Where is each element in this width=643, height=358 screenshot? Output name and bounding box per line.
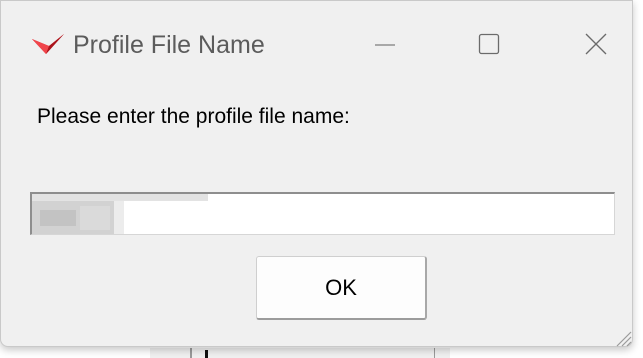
red-chevron-logo-icon bbox=[31, 33, 65, 55]
minimize-button[interactable] bbox=[353, 23, 417, 65]
window-title: Profile File Name bbox=[73, 31, 265, 59]
background-window-edge bbox=[150, 348, 450, 358]
close-icon bbox=[584, 32, 608, 56]
title-bar[interactable]: Profile File Name bbox=[1, 1, 632, 87]
background-window-mark bbox=[205, 350, 208, 358]
prompt-label: Please enter the profile file name: bbox=[37, 105, 350, 128]
resize-grip-icon[interactable] bbox=[612, 327, 632, 347]
minimize-icon bbox=[373, 32, 397, 56]
redacted-input-value bbox=[32, 194, 210, 234]
maximize-button[interactable] bbox=[457, 23, 521, 65]
background-window-border bbox=[434, 348, 435, 358]
profile-file-name-dialog: Profile File Name Please enter the profi… bbox=[0, 0, 633, 347]
ok-button[interactable]: OK bbox=[256, 256, 427, 320]
maximize-icon bbox=[477, 32, 501, 56]
profile-file-name-input[interactable] bbox=[30, 192, 615, 235]
close-button[interactable] bbox=[564, 23, 628, 65]
background-window-border bbox=[190, 348, 192, 358]
